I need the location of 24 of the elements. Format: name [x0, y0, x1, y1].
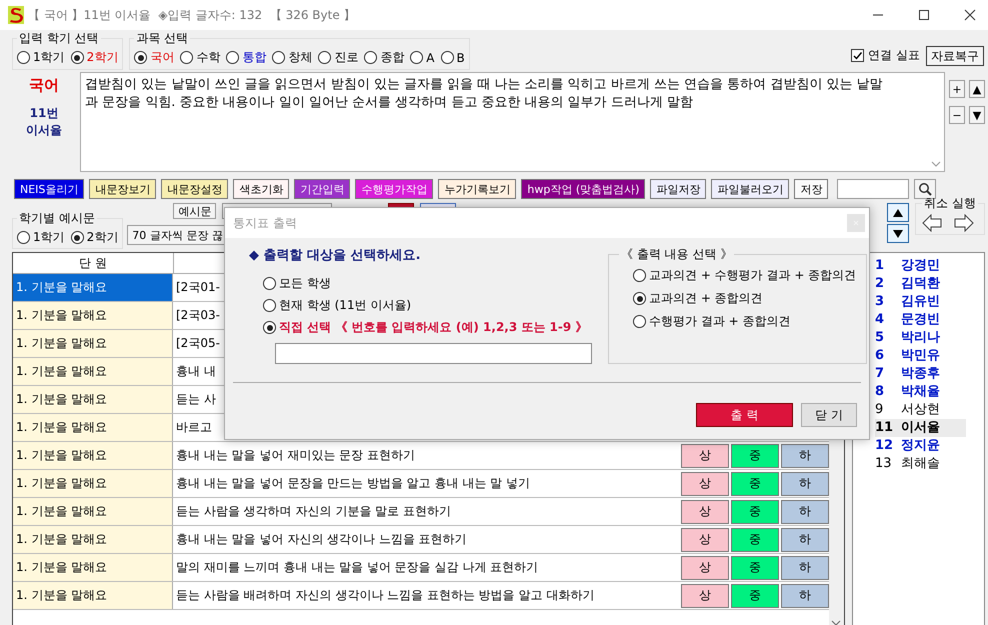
group-label: 과목 선택 — [135, 30, 190, 47]
table-cell: 흉내 내는 말을 넣어 자신의 생각이나 느낌을 표현하기 — [176, 532, 467, 546]
table-cell: 듣는 사람을 배려하며 자신의 생각이나 느낌을 표현하는 방법을 알고 대화하기 — [176, 588, 594, 602]
dialog-title: 통지표 출력 — [233, 214, 297, 232]
window-title: 【 국어 】11번 이서율 ◈입력 글자수: 132 【 326 Byte 】 — [28, 6, 356, 24]
group-label: 《 출력 내용 선택 》 — [620, 246, 734, 263]
table-cell: [2국05- — [176, 336, 220, 350]
table-cell: 듣는 사 — [176, 392, 216, 406]
table-cell: 흉내 내 — [176, 364, 216, 378]
table-cell: 듣는 사람을 생각하며 자신의 기분을 말로 표현하기 — [176, 504, 451, 518]
table-cell: 바르고 — [176, 420, 212, 434]
table-cell: 흉내 내는 말을 넣어 재미있는 문장 표현하기 — [176, 448, 415, 462]
group-label: 학기별 예시문 — [18, 210, 96, 227]
table-cell: [2국03- — [176, 308, 220, 322]
student-number: 11번 — [30, 105, 58, 122]
student-name: 이서율 — [26, 122, 62, 139]
dialog-prompt: ◆ 출력할 대상을 선택하세요. — [249, 247, 422, 264]
group-label: 취소 실행 — [923, 195, 977, 212]
group-label: 입력 학기 선택 — [18, 30, 100, 47]
column-header: 단 원 — [13, 253, 174, 273]
table-cell: 말의 재미를 느끼며 흉내 내는 말을 넣어 문장을 실감 나게 표현하기 — [176, 560, 538, 574]
table-cell: [2국01- — [176, 280, 220, 294]
subject-label: 국어 — [29, 76, 59, 95]
table-cell: 흉내 내는 말을 넣어 문장을 만드는 방법을 알고 흉내 내는 말 넣기 — [176, 476, 530, 490]
